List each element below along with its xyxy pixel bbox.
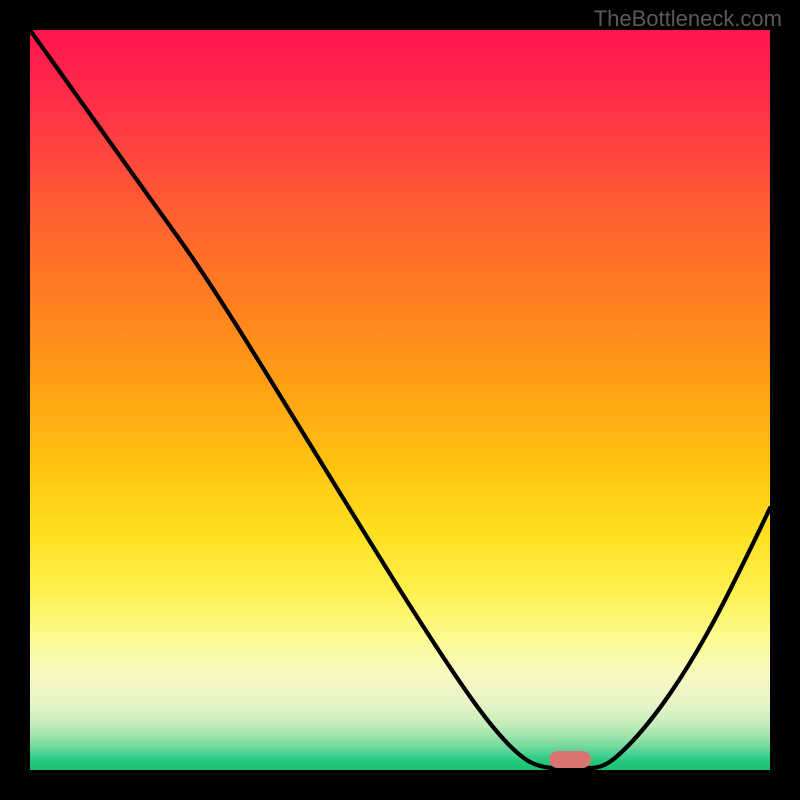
plot-area	[30, 30, 770, 770]
optimal-marker	[549, 751, 591, 768]
bottleneck-curve	[30, 30, 770, 768]
watermark-text: TheBottleneck.com	[594, 6, 782, 32]
curve-svg	[30, 30, 770, 770]
